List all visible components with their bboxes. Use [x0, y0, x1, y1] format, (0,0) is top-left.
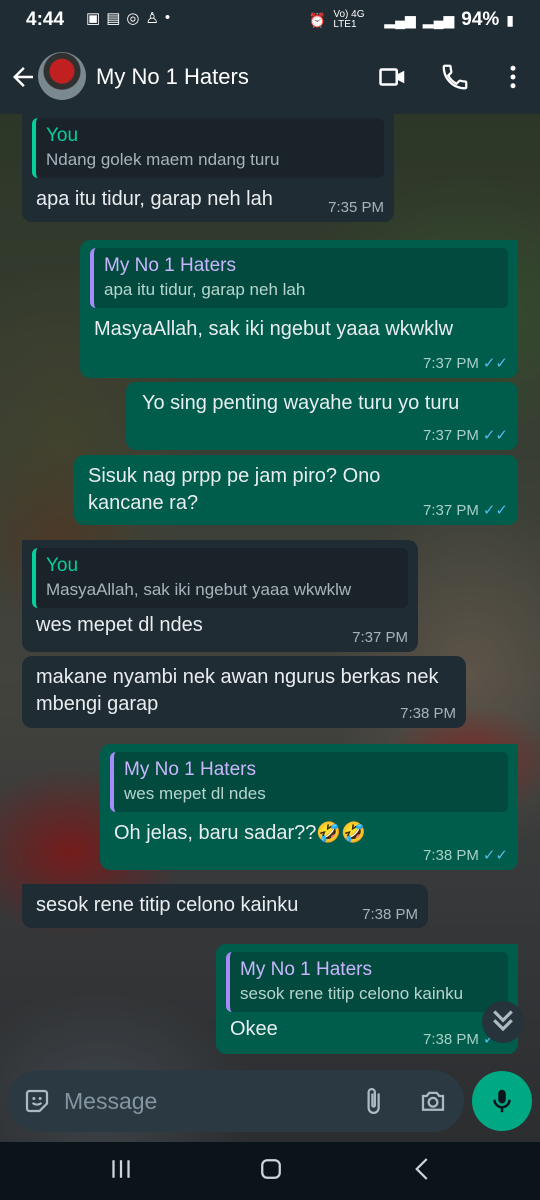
- quote-text: Ndang golek maem ndang turu: [46, 150, 280, 169]
- quote-text: apa itu tidur, garap neh lah: [104, 280, 306, 299]
- message-time: 7:38 PM: [362, 906, 418, 923]
- quote-author: My No 1 Haters: [240, 959, 372, 980]
- read-ticks-icon: ✓✓: [482, 355, 508, 372]
- message-meta: 7:37 PM ✓✓: [422, 354, 508, 373]
- message-time: 7:38 PM: [400, 705, 456, 722]
- message-text: Oh jelas, baru sadar??🤣🤣: [114, 822, 367, 844]
- reply-quote[interactable]: You Ndang golek maem ndang turu: [32, 118, 384, 178]
- message-meta: 7:38 PM: [362, 906, 418, 923]
- recent-apps-icon[interactable]: [106, 1154, 136, 1184]
- message-input[interactable]: Message: [64, 1088, 157, 1115]
- message-bubble[interactable]: sesok rene titip celono kainku 7:38 PM: [22, 884, 428, 928]
- signal-icon-2: ▂▄▆: [422, 11, 455, 28]
- message-meta: 7:37 PM ✓✓: [422, 501, 508, 520]
- avatar[interactable]: [38, 52, 86, 100]
- notification-icons: ▣ ▤ ◎ ♙ •: [86, 9, 170, 27]
- scroll-to-bottom-button[interactable]: [482, 1001, 524, 1043]
- message-text: makane nyambi nek awan ngurus berkas nek…: [36, 666, 445, 715]
- system-navigation-bar: [0, 1142, 540, 1200]
- message-bubble[interactable]: Yo sing penting wayahe turu yo turu 7:37…: [126, 382, 518, 450]
- microphone-icon: [493, 1089, 511, 1113]
- message-text: MasyaAllah, sak iki ngebut yaaa wkwklw: [94, 318, 454, 340]
- reply-quote[interactable]: My No 1 Haters sesok rene titip celono k…: [226, 952, 508, 1012]
- home-icon[interactable]: [256, 1154, 286, 1184]
- battery-percent: 94%: [461, 9, 500, 30]
- message-bubble[interactable]: Sisuk nag prpp pe jam piro? Ono kancane …: [74, 455, 518, 525]
- chat-title[interactable]: My No 1 Haters: [96, 64, 249, 90]
- alarm-icon: ⏰: [308, 11, 327, 28]
- voice-record-button[interactable]: [472, 1071, 532, 1131]
- network-label: Vo) 4G LTE1: [333, 9, 365, 30]
- quote-text: sesok rene titip celono kainku: [240, 984, 464, 1003]
- phone-call-icon[interactable]: [440, 62, 470, 92]
- system-icons: ⏰ Vo) 4G LTE1 ▂▄▆ ▂▄▆ 94% ▮: [309, 9, 514, 31]
- read-ticks-icon: ✓✓: [482, 847, 508, 864]
- message-text: Yo sing penting wayahe turu yo turu: [142, 392, 460, 414]
- message-text: sesok rene titip celono kainku: [36, 894, 299, 916]
- message-bubble[interactable]: You Ndang golek maem ndang turu apa itu …: [22, 106, 394, 222]
- message-time: 7:37 PM: [352, 629, 408, 646]
- message-time: 7:37 PM: [422, 501, 479, 519]
- quote-text: MasyaAllah, sak iki ngebut yaaa wkwklw: [46, 580, 352, 599]
- message-bubble[interactable]: My No 1 Haters sesok rene titip celono k…: [216, 944, 518, 1054]
- sticker-icon[interactable]: [22, 1086, 52, 1116]
- message-time: 7:38 PM: [422, 846, 479, 864]
- dot-icon: •: [164, 9, 171, 26]
- message-bubble[interactable]: My No 1 Haters apa itu tidur, garap neh …: [80, 240, 518, 378]
- back-nav-icon[interactable]: [408, 1154, 438, 1184]
- reply-quote[interactable]: My No 1 Haters apa itu tidur, garap neh …: [90, 248, 508, 308]
- quote-author: My No 1 Haters: [124, 759, 256, 780]
- message-bubble[interactable]: My No 1 Haters wes mepet dl ndes Oh jela…: [100, 744, 518, 870]
- double-chevron-down-icon: [493, 1010, 513, 1032]
- read-ticks-icon: ✓✓: [482, 427, 508, 444]
- message-time: 7:38 PM: [422, 1030, 479, 1048]
- signal-icon: ▂▄▆: [384, 11, 416, 28]
- instagram-icon: ◎: [126, 10, 140, 27]
- message-meta: 7:35 PM: [328, 199, 384, 216]
- message-text: Sisuk nag prpp pe jam piro? Ono kancane …: [88, 465, 386, 514]
- quote-author: You: [46, 125, 79, 146]
- snapchat-icon: ♙: [145, 10, 159, 27]
- message-meta: 7:38 PM✓✓: [422, 846, 508, 865]
- more-options-icon[interactable]: [498, 62, 528, 92]
- status-bar: 4:44 ▣ ▤ ◎ ♙ • ⏰ Vo) 4G LTE1 ▂▄▆ ▂▄▆ 94%…: [0, 0, 540, 38]
- message-meta: 7:37 PM ✓✓: [422, 426, 508, 445]
- video-call-icon[interactable]: [378, 62, 408, 92]
- chat-header: My No 1 Haters: [0, 38, 540, 114]
- quote-author: My No 1 Haters: [104, 255, 236, 276]
- back-arrow-icon[interactable]: [8, 62, 38, 92]
- camera-icon[interactable]: [418, 1086, 448, 1116]
- message-bubble[interactable]: makane nyambi nek awan ngurus berkas nek…: [22, 656, 466, 728]
- message-time: 7:35 PM: [328, 199, 384, 216]
- message-meta: 7:38 PM: [400, 705, 456, 722]
- read-ticks-icon: ✓✓: [482, 502, 508, 519]
- attach-icon[interactable]: [358, 1086, 388, 1116]
- quote-author: You: [46, 555, 79, 576]
- quote-text: wes mepet dl ndes: [124, 784, 266, 803]
- message-bubble[interactable]: You MasyaAllah, sak iki ngebut yaaa wkwk…: [22, 540, 418, 652]
- status-time: 4:44: [26, 9, 65, 30]
- message-meta: 7:37 PM: [352, 629, 408, 646]
- gallery-icon: ▤: [106, 10, 121, 27]
- message-time: 7:37 PM: [422, 426, 479, 444]
- media-icon: ▣: [86, 10, 101, 27]
- reply-quote[interactable]: My No 1 Haters wes mepet dl ndes: [110, 752, 508, 812]
- reply-quote[interactable]: You MasyaAllah, sak iki ngebut yaaa wkwk…: [32, 548, 408, 608]
- message-composer[interactable]: Message: [8, 1070, 464, 1132]
- message-time: 7:37 PM: [422, 354, 479, 372]
- battery-icon: ▮: [506, 11, 514, 28]
